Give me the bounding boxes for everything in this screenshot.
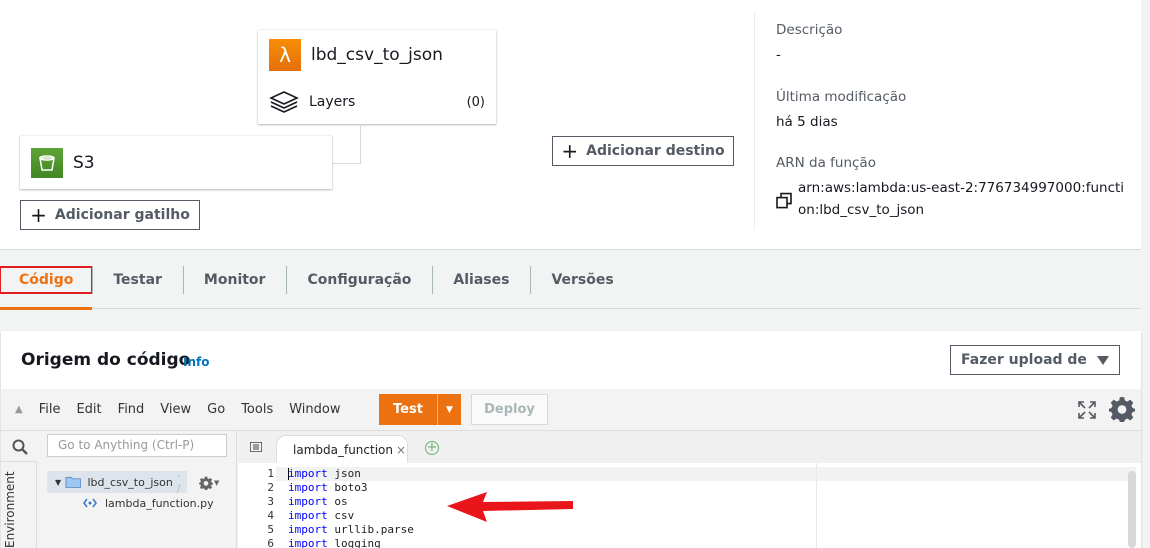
editor-scrollbar[interactable] bbox=[1128, 471, 1136, 548]
arn-label: ARN da função bbox=[776, 155, 876, 172]
environment-strip[interactable]: Environment bbox=[1, 461, 37, 548]
deploy-button[interactable]: Deploy bbox=[471, 394, 548, 425]
code-line: import urllib.parse bbox=[288, 523, 414, 536]
lambda-icon: λ bbox=[269, 39, 301, 71]
line-number: 5 bbox=[267, 523, 274, 536]
tab-versions[interactable]: Versões bbox=[530, 251, 634, 309]
last-modified-label: Última modificação bbox=[776, 88, 907, 105]
upload-from-button[interactable]: Fazer upload de bbox=[950, 345, 1120, 375]
upload-label: Fazer upload de bbox=[961, 352, 1087, 368]
tab-test[interactable]: Testar bbox=[92, 251, 183, 309]
editor-tab-label: lambda_function bbox=[293, 442, 393, 457]
line-number: 4 bbox=[267, 509, 274, 522]
editor-tab-lambda-function[interactable]: lambda_function × bbox=[276, 435, 408, 463]
print-margin bbox=[816, 463, 817, 548]
info-link[interactable]: Info bbox=[183, 355, 209, 369]
function-overview: λ lbd_csv_to_json Layers (0) S3 + Adicio… bbox=[0, 0, 1141, 250]
arn-value: arn:aws:lambda:us-east-2:776734997000:fu… bbox=[798, 180, 1125, 218]
code-line: import logging bbox=[288, 537, 381, 548]
add-tab-icon[interactable]: + bbox=[425, 441, 439, 455]
test-label: Test bbox=[393, 402, 423, 417]
trigger-card-s3[interactable]: S3 bbox=[20, 136, 332, 189]
line-number: 6 bbox=[267, 537, 274, 548]
layers-count: (0) bbox=[466, 94, 485, 110]
layers-icon bbox=[269, 91, 299, 113]
gear-icon[interactable] bbox=[1109, 396, 1135, 422]
python-file-icon bbox=[83, 498, 97, 508]
function-tabs: Código Testar Monitor Configuração Alias… bbox=[0, 251, 1141, 310]
menu-find[interactable]: Find bbox=[118, 402, 145, 417]
folder-icon bbox=[65, 477, 82, 488]
menu-tools[interactable]: Tools bbox=[241, 402, 273, 417]
annotation-arrow-icon bbox=[447, 492, 573, 522]
editor-tab-bar: lambda_function × + bbox=[238, 431, 1141, 463]
caret-down-icon: ▼ bbox=[214, 479, 220, 487]
search-icon[interactable] bbox=[12, 439, 28, 455]
menu-edit[interactable]: Edit bbox=[76, 402, 101, 417]
add-trigger-label: Adicionar gatilho bbox=[54, 207, 190, 223]
add-destination-label: Adicionar destino bbox=[586, 143, 725, 159]
code-source-title: Origem do código bbox=[21, 350, 191, 370]
trigger-connector bbox=[332, 124, 361, 164]
line-gutter: 1 2 3 4 5 6 bbox=[238, 467, 274, 548]
line-number: 3 bbox=[267, 495, 274, 508]
environment-label: Environment bbox=[3, 471, 17, 548]
ide-menubar: ▲ File Edit Find View Go Tools Window bbox=[1, 389, 1141, 431]
file-row[interactable]: lambda_function.py bbox=[83, 496, 214, 510]
plus-icon: + bbox=[561, 139, 579, 163]
folder-row[interactable]: ▼ lbd_csv_to_json - / bbox=[47, 469, 187, 495]
folder-suffix: - / bbox=[176, 469, 181, 495]
tree-settings-gear[interactable]: ▼ bbox=[199, 475, 223, 491]
code-line: import csv bbox=[288, 509, 355, 522]
menu-file[interactable]: File bbox=[39, 402, 61, 417]
function-name: lbd_csv_to_json bbox=[311, 45, 443, 65]
layers-row[interactable]: Layers (0) bbox=[269, 90, 485, 114]
text-caret bbox=[288, 468, 289, 480]
last-modified-value: há 5 dias bbox=[776, 113, 838, 130]
s3-bucket-icon bbox=[31, 148, 63, 178]
expand-icon[interactable] bbox=[1078, 401, 1096, 419]
plus-icon: + bbox=[30, 203, 47, 227]
description-value: - bbox=[776, 47, 781, 63]
file-name: lambda_function.py bbox=[105, 496, 214, 510]
tab-code-label: Código bbox=[0, 265, 94, 294]
test-dropdown-icon[interactable]: ▼ bbox=[437, 394, 461, 425]
menu-view[interactable]: View bbox=[160, 402, 191, 417]
add-trigger-button[interactable]: + Adicionar gatilho bbox=[20, 200, 200, 230]
copy-icon[interactable] bbox=[776, 180, 792, 221]
code-line: import boto3 bbox=[288, 481, 368, 494]
divider bbox=[754, 12, 755, 230]
description-label: Descrição bbox=[776, 22, 843, 38]
arn-row: arn:aws:lambda:us-east-2:776734997000:fu… bbox=[776, 178, 1126, 221]
menu-window[interactable]: Window bbox=[289, 402, 340, 417]
code-editor[interactable]: 1 2 3 4 5 6 import json import boto3 imp… bbox=[238, 463, 1141, 548]
go-to-anything-input[interactable]: Go to Anything (Ctrl-P) bbox=[47, 434, 227, 457]
function-details: Descrição - Última modificação há 5 dias… bbox=[776, 22, 1126, 243]
code-line: import json bbox=[288, 467, 361, 480]
tab-code[interactable]: Código bbox=[0, 251, 94, 310]
file-navigator: Go to Anything (Ctrl-P) Environment ▼ lb… bbox=[1, 431, 237, 548]
trigger-name: S3 bbox=[73, 153, 95, 173]
line-number: 2 bbox=[267, 481, 274, 494]
code-lines: import json import boto3 import os impor… bbox=[288, 467, 414, 548]
caret-down-icon bbox=[1096, 355, 1109, 365]
tab-list-icon[interactable] bbox=[250, 442, 262, 452]
line-number: 1 bbox=[267, 467, 274, 480]
layers-label: Layers bbox=[309, 94, 356, 110]
test-button[interactable]: Test ▼ bbox=[379, 394, 461, 425]
tab-configuration[interactable]: Configuração bbox=[286, 251, 432, 309]
code-line: import os bbox=[288, 495, 348, 508]
function-card[interactable]: λ lbd_csv_to_json Layers (0) bbox=[258, 30, 496, 124]
expand-caret-icon[interactable]: ▼ bbox=[55, 478, 61, 487]
folder-name: lbd_csv_to_json bbox=[87, 475, 173, 489]
close-icon[interactable]: × bbox=[396, 443, 406, 457]
menu-go[interactable]: Go bbox=[207, 402, 225, 417]
collapse-menu-icon[interactable]: ▲ bbox=[15, 404, 23, 415]
tab-monitor[interactable]: Monitor bbox=[182, 251, 287, 309]
add-destination-button[interactable]: + Adicionar destino bbox=[552, 136, 734, 166]
gear-icon bbox=[199, 476, 213, 490]
tab-aliases[interactable]: Aliases bbox=[432, 251, 530, 309]
